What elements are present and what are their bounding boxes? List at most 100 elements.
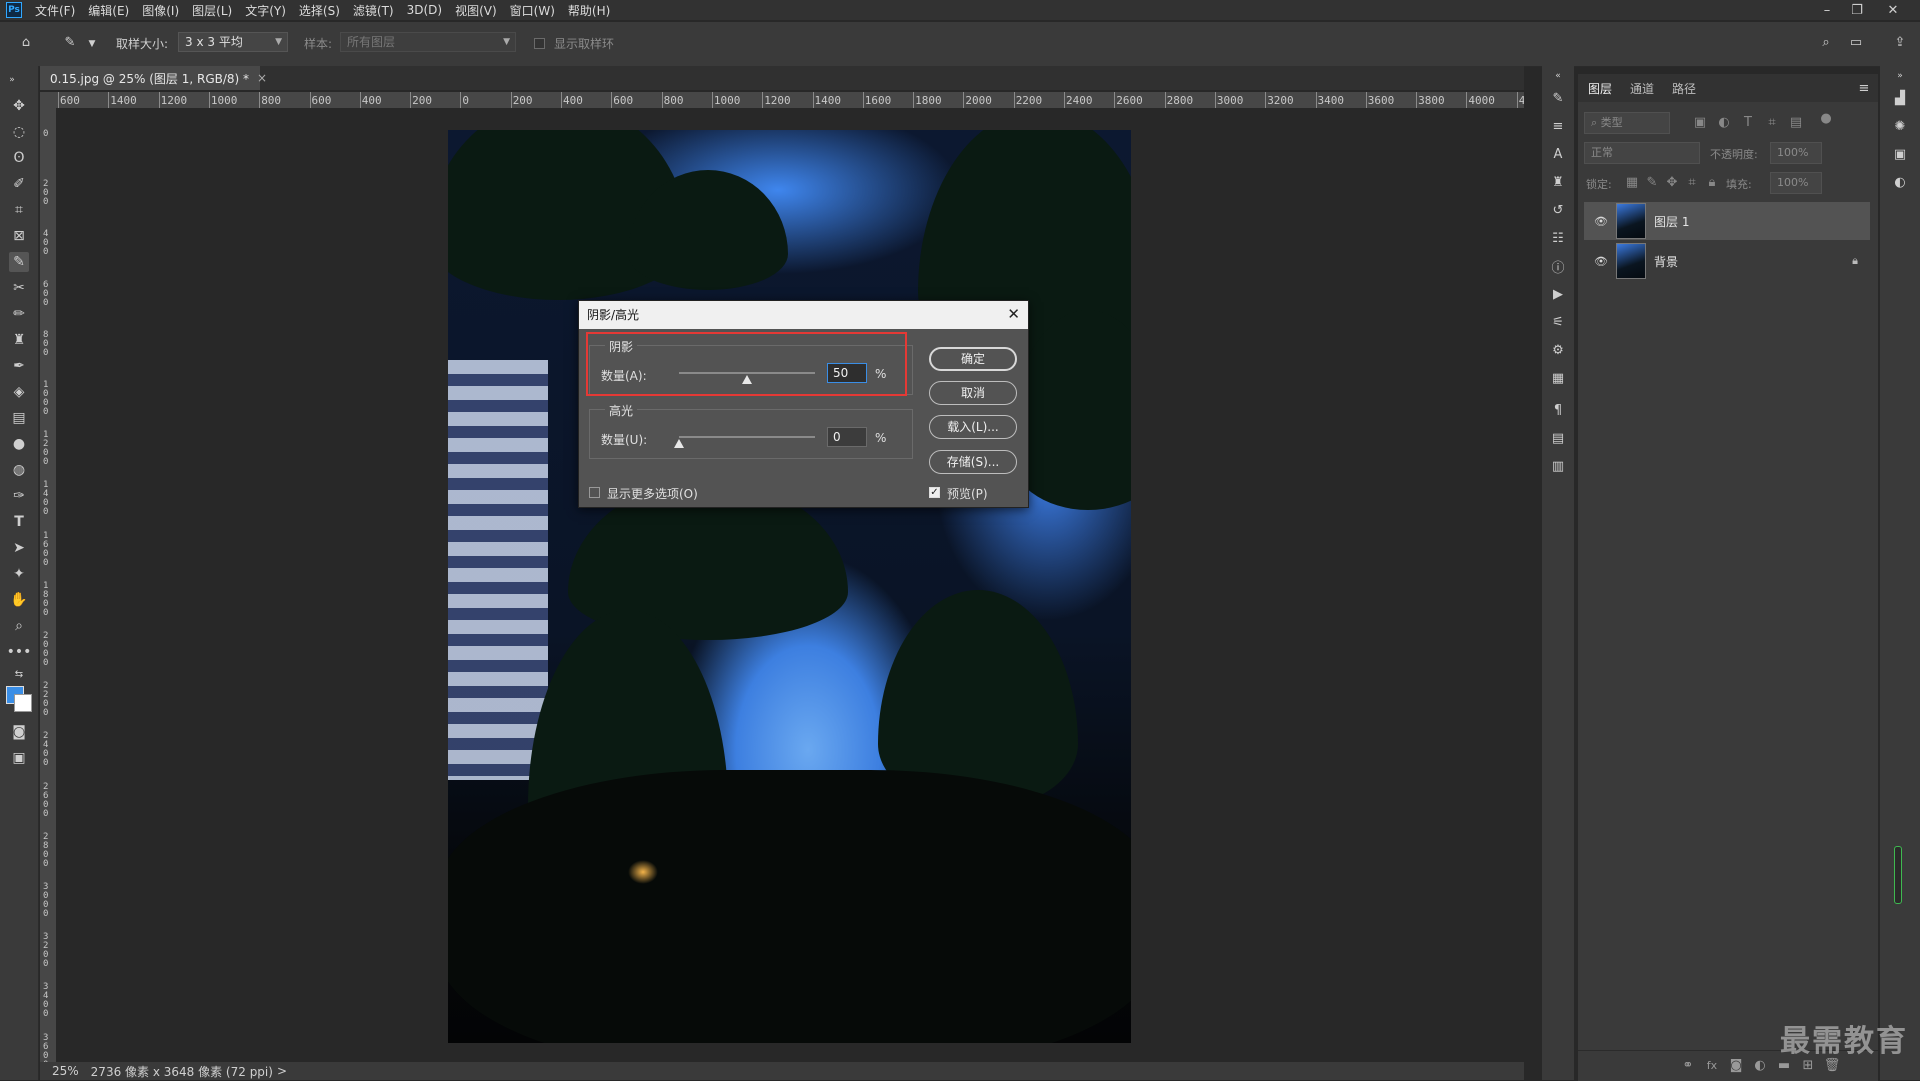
menu-layer[interactable]: 图层(L) [192,2,232,19]
lock-all-icon[interactable]: 🔒︎ [1702,172,1722,192]
scroll-indicator[interactable] [1894,846,1902,904]
menu-image[interactable]: 图像(I) [142,2,179,19]
close-icon[interactable]: ✕ [1007,305,1020,323]
lasso-tool-icon[interactable]: ʘ [9,148,29,168]
filter-toggle-icon[interactable]: ● [1816,108,1836,128]
gradient-tool-icon[interactable]: ▤ [9,408,29,428]
cancel-button[interactable]: 取消 [929,381,1017,405]
menu-type[interactable]: 文字(Y) [245,2,286,19]
load-button[interactable]: 载入(L)... [929,415,1017,439]
highlights-amount-slider[interactable] [679,436,815,438]
menu-window[interactable]: 窗口(W) [510,2,555,19]
document-tab[interactable]: 0.15.jpg @ 25% (图层 1, RGB/8) * × [40,66,267,90]
tab-paths[interactable]: 路径 [1672,80,1696,97]
frame-tool-icon[interactable]: ⊠ [9,226,29,246]
menu-help[interactable]: 帮助(H) [568,2,610,19]
clone-source-icon[interactable]: ♜ [1548,172,1568,192]
lock-artboard-icon[interactable]: ⌗ [1682,172,1702,192]
lock-transparent-icon[interactable]: ▦ [1622,172,1642,192]
history-brush-tool-icon[interactable]: ✒ [9,356,29,376]
sample-size-select[interactable]: 3 x 3 平均 ▼ [178,32,288,52]
fill-field[interactable]: 100% [1770,172,1822,194]
collapse-icon[interactable]: » [1890,66,1910,86]
save-button[interactable]: 存储(S)... [929,450,1017,474]
styles-icon[interactable]: ◐ [1890,172,1910,192]
collapse-icon[interactable]: « [1548,66,1568,86]
sample-select[interactable]: 所有图层 ▼ [340,32,516,52]
link-icon[interactable]: ⚭ [1678,1055,1698,1075]
quick-select-tool-icon[interactable]: ✐ [9,174,29,194]
share-icon[interactable]: ⇪ [1890,32,1910,52]
minimize-icon[interactable]: – [1812,0,1842,20]
ok-button[interactable]: 确定 [929,347,1017,371]
actions-icon[interactable]: ▶ [1548,284,1568,304]
menu-edit[interactable]: 编辑(E) [88,2,129,19]
layer-row[interactable]: 👁︎ 图层 1 [1584,202,1870,240]
eyedropper-preset-icon[interactable]: ✎ [60,32,80,52]
collapse-icon[interactable]: » [2,70,22,90]
blur-tool-icon[interactable]: ● [9,434,29,454]
move-tool-icon[interactable]: ✥ [9,96,29,116]
libraries-icon[interactable]: ▤ [1548,428,1568,448]
histogram-icon[interactable]: ▟ [1890,88,1910,108]
dodge-tool-icon[interactable]: ◍ [9,460,29,480]
notes-icon[interactable]: ▥ [1548,456,1568,476]
crop-tool-icon[interactable]: ⌗ [9,200,29,220]
highlights-amount-input[interactable]: 0 [827,427,867,447]
blend-mode-select[interactable]: 正常 [1584,142,1700,164]
screen-mode-icon[interactable]: ▣ [9,748,29,768]
tab-close-icon[interactable]: × [257,71,267,85]
zoom-level[interactable]: 25% [52,1064,79,1078]
lock-position-icon[interactable]: ✥ [1662,172,1682,192]
navigator-icon[interactable]: ▣ [1890,144,1910,164]
character-icon[interactable]: A [1548,144,1568,164]
paragraph-icon[interactable]: ¶ [1548,400,1568,420]
pen-tool-icon[interactable]: ✑ [9,486,29,506]
info-icon[interactable]: ⓘ [1548,256,1568,276]
filter-type-icon[interactable]: T [1738,112,1758,132]
background-color-swatch[interactable] [14,694,32,712]
filter-shape-icon[interactable]: ⌗ [1762,112,1782,132]
more-options-checkbox[interactable] [589,487,600,498]
highlights-slider-thumb[interactable] [674,439,684,448]
swatches-icon[interactable]: ⚟ [1548,312,1568,332]
panel-menu-icon[interactable]: ≡ [1854,78,1874,98]
close-window-icon[interactable]: ✕ [1878,0,1908,20]
restore-icon[interactable]: ❐ [1842,0,1872,20]
tab-channels[interactable]: 通道 [1630,80,1654,97]
menu-select[interactable]: 选择(S) [299,2,340,19]
clone-stamp-tool-icon[interactable]: ♜ [9,330,29,350]
eraser-tool-icon[interactable]: ◈ [9,382,29,402]
opacity-field[interactable]: 100% [1770,142,1822,164]
menu-file[interactable]: 文件(F) [35,2,75,19]
3d-icon[interactable]: ⚙ [1548,340,1568,360]
adjustments-icon[interactable]: ≡ [1548,116,1568,136]
color-icon[interactable]: ✺ [1890,116,1910,136]
menu-view[interactable]: 视图(V) [455,2,497,19]
fx-icon[interactable]: fx [1702,1055,1722,1075]
eyedropper-tool-icon[interactable]: ✎ [9,252,29,272]
lock-pixels-icon[interactable]: ✎ [1642,172,1662,192]
history-icon[interactable]: ↺ [1548,200,1568,220]
home-icon[interactable]: ⌂ [16,32,36,52]
brush-tool-icon[interactable]: ✏ [9,304,29,324]
table-icon[interactable]: ▦ [1548,368,1568,388]
marquee-tool-icon[interactable]: ◌ [9,122,29,142]
mask-icon[interactable]: ◙ [1726,1055,1746,1075]
brush-settings-icon[interactable]: ✎ [1548,88,1568,108]
show-ring-checkbox[interactable] [534,38,545,49]
preview-checkbox[interactable]: ✓ [929,487,940,498]
adjustment-layer-icon[interactable]: ◐ [1750,1055,1770,1075]
eye-icon[interactable]: 👁︎ [1594,255,1610,268]
document-image[interactable] [448,130,1131,1043]
filter-adjustment-icon[interactable]: ◐ [1714,112,1734,132]
workspace-icon[interactable]: ▭ [1846,32,1866,52]
path-select-tool-icon[interactable]: ➤ [9,538,29,558]
search-icon[interactable]: ⌕ [1816,32,1836,52]
chevron-down-icon[interactable]: ▼ [82,34,102,54]
properties-icon[interactable]: ☷ [1548,228,1568,248]
menu-3d[interactable]: 3D(D) [407,3,442,17]
swap-colors-icon[interactable]: ⇆ [9,664,29,684]
zoom-tool-icon[interactable]: ⌕ [9,616,29,636]
healing-tool-icon[interactable]: ✂ [9,278,29,298]
